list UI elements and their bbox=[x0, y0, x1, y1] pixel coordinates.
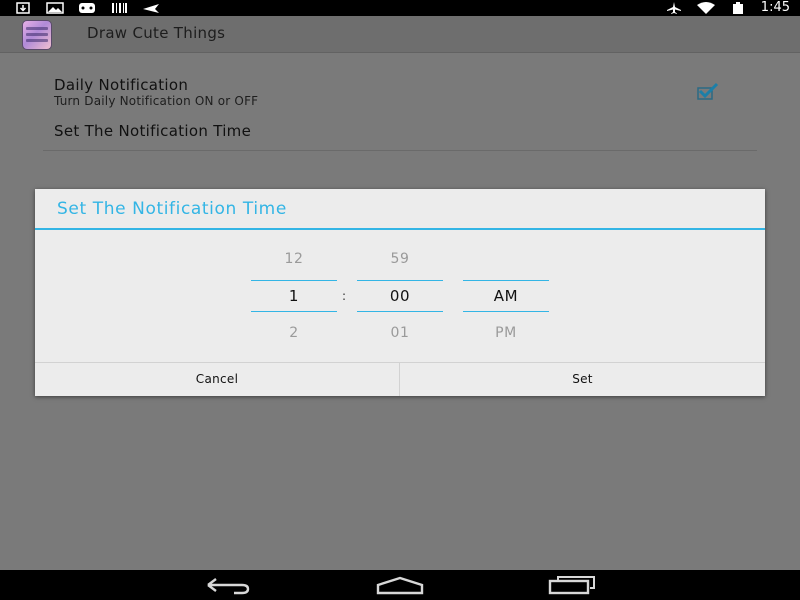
gamepad-icon bbox=[79, 3, 95, 13]
pref-set-time-title: Set The Notification Time bbox=[54, 122, 252, 140]
dialog-title-divider bbox=[35, 228, 765, 230]
action-bar: Draw Cute Things bbox=[0, 16, 800, 53]
minute-prev[interactable]: 59 bbox=[357, 249, 443, 269]
back-icon[interactable] bbox=[204, 574, 252, 596]
navigation-bar bbox=[0, 570, 800, 600]
ampm-divider-bottom bbox=[463, 311, 549, 312]
pref-daily-notification-title: Daily Notification bbox=[54, 76, 189, 94]
time-picker-dialog: Set The Notification Time 12 1 2 : 59 00… bbox=[35, 189, 765, 396]
photo-icon bbox=[46, 2, 64, 14]
hour-divider-bottom bbox=[251, 311, 337, 312]
minute-current[interactable]: 00 bbox=[357, 286, 443, 306]
clock: 1:45 bbox=[760, 0, 790, 15]
minute-divider-bottom bbox=[357, 311, 443, 312]
ampm-current[interactable]: AM bbox=[463, 286, 549, 306]
minute-divider-top bbox=[357, 280, 443, 281]
minute-next[interactable]: 01 bbox=[357, 323, 443, 343]
battery-icon bbox=[732, 2, 743, 14]
pref-set-time[interactable]: Set The Notification Time bbox=[54, 122, 251, 140]
airplane-mode-icon bbox=[666, 2, 681, 14]
app-logo-icon[interactable] bbox=[22, 20, 52, 50]
time-separator: : bbox=[342, 289, 347, 303]
wifi-icon bbox=[696, 2, 715, 14]
hour-divider-top bbox=[251, 280, 337, 281]
app-title: Draw Cute Things bbox=[87, 24, 226, 42]
pref-daily-notification-summary: Turn Daily Notification ON or OFF bbox=[54, 94, 259, 108]
airplane-notification-icon bbox=[143, 4, 159, 13]
system-icons: 1:45 bbox=[665, 0, 790, 16]
barcode-icon bbox=[112, 3, 127, 13]
notification-icons bbox=[14, 0, 160, 16]
hour-next[interactable]: 2 bbox=[251, 323, 337, 343]
set-button[interactable]: Set bbox=[400, 363, 765, 396]
hour-prev[interactable]: 12 bbox=[251, 249, 337, 269]
home-icon[interactable] bbox=[376, 574, 424, 596]
hour-current[interactable]: 1 bbox=[251, 286, 337, 306]
divider bbox=[43, 150, 757, 151]
ampm-next[interactable]: PM bbox=[463, 323, 549, 343]
dialog-title: Set The Notification Time bbox=[57, 199, 287, 219]
download-icon bbox=[16, 2, 30, 14]
daily-notification-checkbox[interactable] bbox=[697, 82, 719, 100]
status-bar: 1:45 bbox=[0, 0, 800, 16]
recent-apps-icon[interactable] bbox=[548, 574, 596, 596]
cancel-button[interactable]: Cancel bbox=[35, 363, 399, 396]
ampm-divider-top bbox=[463, 280, 549, 281]
pref-daily-notification[interactable]: Daily Notification Turn Daily Notificati… bbox=[54, 76, 258, 108]
